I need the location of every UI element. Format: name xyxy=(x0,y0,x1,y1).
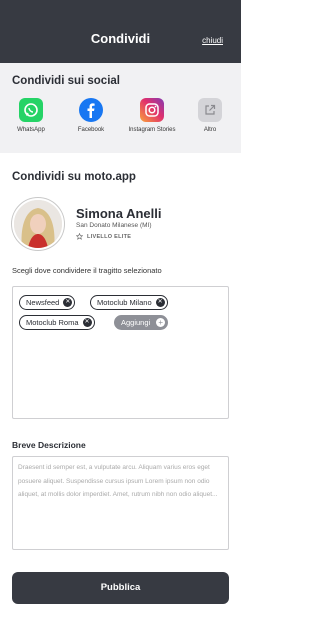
tag-motoclub-milano: Motoclub Milano ✕ xyxy=(90,295,168,310)
share-whatsapp-button[interactable]: WhatsApp xyxy=(5,98,57,134)
avatar xyxy=(12,198,64,250)
tag-newsfeed: Newsfeed ✕ xyxy=(19,295,76,310)
share-other-button[interactable]: Altro xyxy=(184,98,236,134)
tag-label: Motoclub Milano xyxy=(97,298,152,307)
tag-label: Newsfeed xyxy=(26,298,60,307)
close-link[interactable]: chiudi xyxy=(202,36,223,45)
social-section-title: Condividi sui social xyxy=(12,75,120,87)
user-location: San Donato Milanese (MI) xyxy=(76,222,152,229)
star-icon xyxy=(76,233,83,240)
remove-tag-icon[interactable]: ✕ xyxy=(63,298,73,307)
remove-tag-icon[interactable]: ✕ xyxy=(155,298,165,307)
instagram-icon xyxy=(140,98,164,122)
share-other-label: Altro xyxy=(203,127,217,133)
tag-motoclub-roma: Motoclub Roma ✕ xyxy=(19,315,95,330)
share-facebook-button[interactable]: Facebook xyxy=(65,98,117,134)
social-share-section: Condividi sui social WhatsApp Facebook I… xyxy=(0,63,241,153)
top-bar: Condividi chiudi xyxy=(0,0,241,63)
plus-icon: + xyxy=(156,318,166,327)
share-whatsapp-label: WhatsApp xyxy=(17,127,45,133)
destination-tags-box[interactable]: Newsfeed ✕ Motoclub Milano ✕ Motoclub Ro… xyxy=(12,286,229,419)
facebook-icon xyxy=(79,98,103,122)
user-name: Simona Anelli xyxy=(76,206,162,221)
user-level-badge: LIVELLO ELITE xyxy=(76,233,131,240)
share-instagram-label: Instagram Stories xyxy=(128,127,176,133)
tag-label: Motoclub Roma xyxy=(26,318,79,327)
remove-tag-icon[interactable]: ✕ xyxy=(82,318,92,327)
publish-button[interactable]: Pubblica xyxy=(12,572,229,604)
external-link-icon xyxy=(198,98,222,122)
description-textarea[interactable] xyxy=(12,456,229,550)
user-level-label: LIVELLO ELITE xyxy=(87,233,132,240)
section-title: Condividi su moto.app xyxy=(12,171,136,183)
whatsapp-icon xyxy=(19,98,43,122)
description-label: Breve Descrizione xyxy=(12,440,86,450)
add-destination-button[interactable]: Aggiungi + xyxy=(114,315,169,330)
share-instagram-button[interactable]: Instagram Stories xyxy=(126,98,178,134)
add-destination-label: Aggiungi xyxy=(121,318,151,327)
share-facebook-label: Facebook xyxy=(77,127,105,133)
share-destination-label: Scegli dove condividere il tragitto sele… xyxy=(12,266,162,275)
